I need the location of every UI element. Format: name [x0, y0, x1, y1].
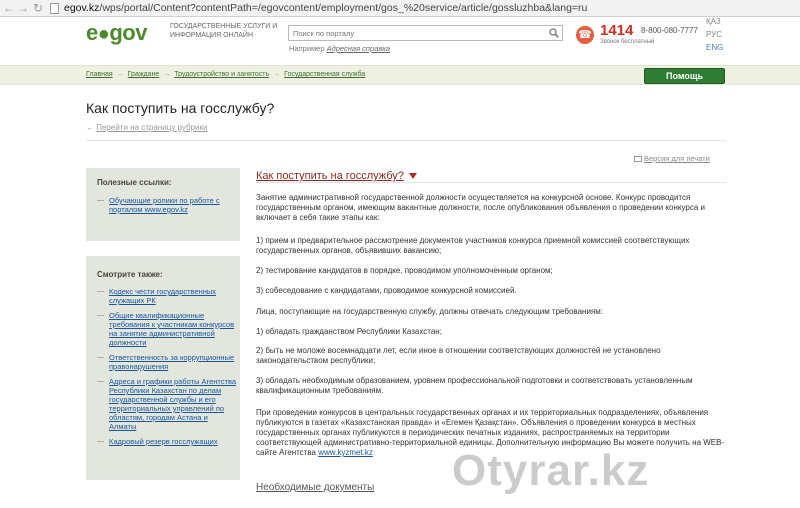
article-paragraph: 3) обладать необходимым образованием, ур…	[256, 376, 693, 395]
logo-suffix: gov	[109, 20, 147, 45]
reload-icon[interactable]: ↻	[31, 1, 45, 15]
see-also-item[interactable]: Кадровый резерв госслужащих	[97, 437, 237, 446]
print-icon	[634, 156, 642, 163]
kyzmet-link[interactable]: www.kyzmet.kz	[318, 448, 373, 457]
search-box	[288, 25, 563, 41]
see-also-label: Ответственность за коррупционные правона…	[109, 353, 235, 371]
article-paragraph: 3) собеседование с кандидатами, проводим…	[256, 286, 517, 295]
breadcrumb: Главная → Гражданe → Трудоустройство и занят…	[86, 71, 365, 78]
see-also-list: Кодекс чести государственных служащих РК…	[97, 287, 237, 452]
article-divider	[256, 182, 726, 183]
article-paragraph: Лица, поступающие на государственную слу…	[256, 307, 603, 316]
egov-logo[interactable]: e●gov	[86, 20, 147, 45]
logo-prefix: e	[86, 20, 98, 45]
example-label: Например	[289, 44, 325, 53]
breadcrumb-employment[interactable]: Трудоустройство и занятость	[174, 71, 269, 78]
see-also-item[interactable]: Кодекс чести государственных служащих РК	[97, 287, 237, 305]
search-example: Например Адресная справка	[289, 44, 390, 53]
help-button[interactable]: Помощь	[644, 68, 725, 84]
caret-down-icon	[408, 173, 417, 180]
useful-link-label: Обучающие ролики по работе с порталом ww…	[109, 196, 220, 214]
breadcrumb-home[interactable]: Главная	[86, 71, 113, 78]
hotline-number: 1414	[600, 22, 634, 39]
see-also-box: Смотрите также: Кодекс чести государстве…	[86, 256, 240, 480]
article-paragraph: 2) быть не моложе восемнадцати лет, если…	[256, 346, 661, 365]
article-paragraph: 2) тестирование кандидатов в порядке, пр…	[256, 266, 553, 275]
url-host: egov.kz	[64, 2, 100, 14]
hotline-phone: 8-800-080-7777	[641, 26, 698, 35]
article-paragraph: 1) прием и предварительное рассмотрение …	[256, 236, 690, 255]
back-to-rubric-link[interactable]: ← Перейти на страницу рубрики	[86, 123, 207, 132]
back-arrow-icon[interactable]: ←	[2, 1, 16, 15]
breadcrumb-arrow: →	[273, 71, 281, 78]
page-title: Как поступить на госслужбу?	[86, 100, 275, 116]
hotline-note: Звонок бесплатный	[600, 39, 655, 45]
divider	[86, 140, 726, 141]
lang-kaz[interactable]: ҚАЗ	[706, 17, 721, 26]
useful-links-list: Обучающие ролики по работе с порталом ww…	[97, 196, 237, 220]
forward-arrow-icon[interactable]: →	[16, 1, 30, 15]
see-also-label: Кадровый резерв госслужащих	[109, 437, 218, 446]
article-paragraph: Занятие административной государственной…	[256, 193, 705, 222]
see-also-item[interactable]: Адреса и графики работы Агентства Респуб…	[97, 377, 237, 431]
url-path: /wps/portal/Content?contentPath=/egovcon…	[99, 2, 588, 14]
see-also-label: Общие квалификационные требования к учас…	[109, 311, 235, 347]
breadcrumb-citizens[interactable]: Гражданe	[128, 71, 160, 78]
see-also-label: Адреса и графики работы Агентства Респуб…	[109, 377, 237, 431]
breadcrumb-arrow: →	[163, 71, 171, 78]
logo-dot-icon: ●	[97, 23, 110, 45]
article-paragraph: 1) обладать гражданством Республики Каза…	[256, 327, 442, 336]
see-also-label: Кодекс чести государственных служащих РК	[109, 287, 217, 305]
phone-icon: ☎	[576, 26, 594, 44]
url-field[interactable]: egov.kz/wps/portal/Content?contentPath=/…	[64, 2, 587, 14]
page-icon	[50, 3, 59, 14]
see-also-item[interactable]: Общие квалификационные требования к учас…	[97, 311, 237, 347]
useful-links-title: Полезные ссылки:	[97, 178, 172, 187]
see-also-title: Смотрите также:	[97, 270, 163, 279]
print-version-link[interactable]: Версия для печати	[634, 154, 710, 163]
breadcrumb-arrow: →	[116, 71, 124, 78]
required-documents-link[interactable]: Необходимые документы	[256, 482, 374, 493]
search-icon[interactable]	[549, 28, 559, 38]
breadcrumb-civil-service[interactable]: Государственная служба	[284, 71, 365, 78]
lang-eng[interactable]: ENG	[706, 43, 723, 52]
watermark: Otyrar.kz	[452, 446, 650, 495]
browser-address-bar: ← → ↻ egov.kz/wps/portal/Content?content…	[0, 0, 800, 17]
search-input[interactable]	[289, 26, 539, 40]
back-arrow: ←	[86, 123, 94, 132]
useful-links-box: Полезные ссылки: Обучающие ролики по раб…	[86, 168, 240, 241]
lang-rus[interactable]: РУС	[706, 30, 722, 39]
article-title[interactable]: Как поступить на госслужбу?	[256, 170, 417, 182]
see-also-item[interactable]: Ответственность за коррупционные правона…	[97, 353, 237, 371]
print-label: Версия для печати	[644, 154, 710, 163]
article-title-label: Как поступить на госслужбу?	[256, 170, 404, 182]
useful-link-item[interactable]: Обучающие ролики по работе с порталом ww…	[97, 196, 237, 214]
example-link[interactable]: Адресная справка	[327, 44, 390, 53]
back-link-label: Перейти на страницу рубрики	[96, 123, 208, 132]
